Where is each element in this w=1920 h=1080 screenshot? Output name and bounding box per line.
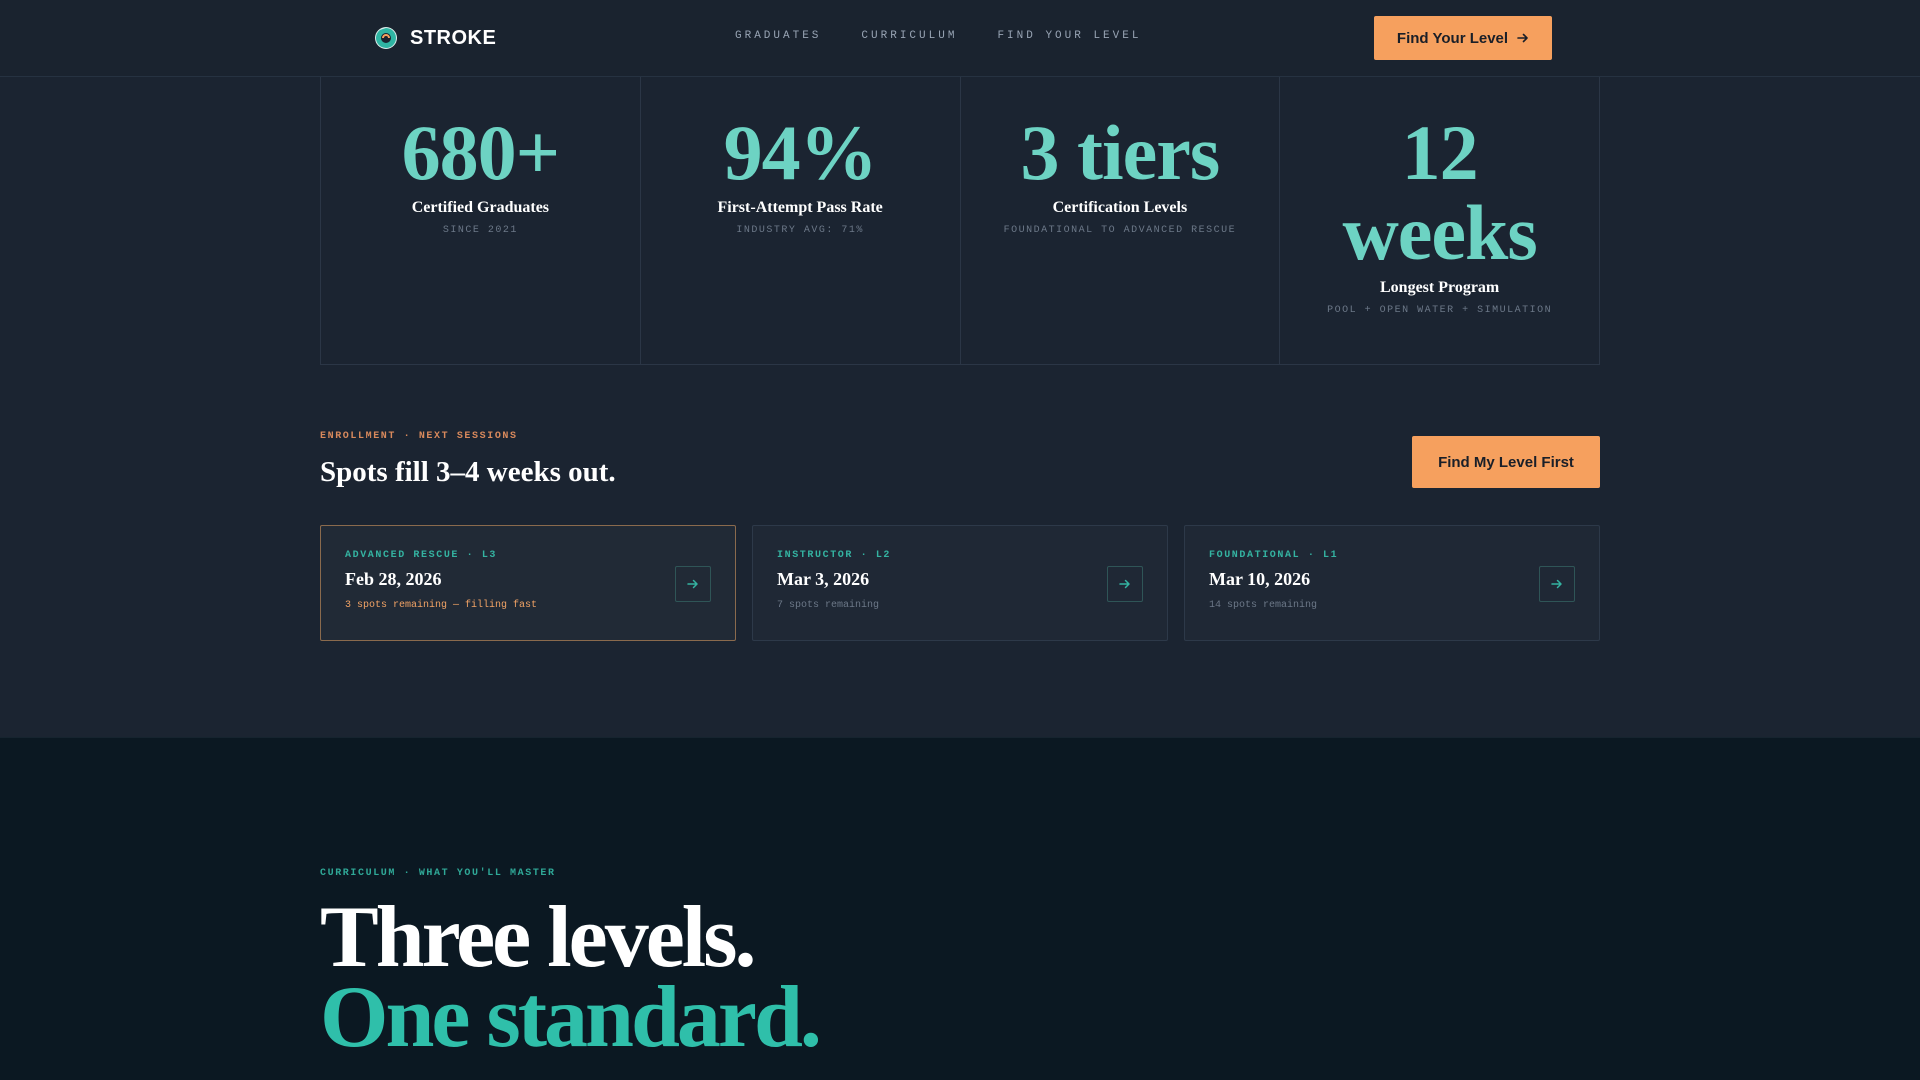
arrow-right-icon bbox=[687, 579, 698, 589]
enrollment-eyebrow: ENROLLMENT · NEXT SESSIONS bbox=[320, 431, 518, 442]
nav-find-your-level[interactable]: FIND YOUR LEVEL bbox=[997, 30, 1141, 42]
session-card-instructor[interactable]: INSTRUCTOR · L2 Mar 3, 2026 7 spots rema… bbox=[752, 525, 1168, 641]
arrow-right-icon bbox=[1551, 579, 1562, 589]
stat-sub: POOL + OPEN WATER + SIMULATION bbox=[1327, 305, 1553, 316]
session-tag: FOUNDATIONAL · L1 bbox=[1209, 550, 1339, 561]
stat-value: 3 tiers bbox=[1020, 109, 1221, 196]
session-spots: 14 spots remaining bbox=[1209, 600, 1318, 611]
curriculum-headline-line1: Three levels. bbox=[320, 889, 756, 986]
arrow-right-icon bbox=[1119, 579, 1130, 589]
main-nav: GRADUATES CURRICULUM FIND YOUR LEVEL bbox=[735, 30, 1141, 42]
session-spots: 3 spots remaining — filling fast bbox=[345, 600, 538, 611]
stat-graduates: 680+ Certified Graduates SINCE 2021 bbox=[321, 77, 641, 364]
session-arrow-button[interactable] bbox=[675, 566, 711, 602]
wave-logo-icon bbox=[375, 27, 397, 49]
brand-name: STROKE bbox=[410, 26, 497, 49]
arrow-right-icon bbox=[1517, 33, 1528, 43]
stat-label: Certification Levels bbox=[1052, 199, 1188, 216]
stat-label: Certified Graduates bbox=[411, 199, 550, 216]
stat-value: 12 weeks bbox=[1342, 109, 1537, 276]
session-arrow-button[interactable] bbox=[1107, 566, 1143, 602]
stat-value: 680+ bbox=[401, 109, 560, 196]
session-date: Feb 28, 2026 bbox=[345, 569, 442, 589]
enrollment-title: Spots fill 3–4 weeks out. bbox=[320, 456, 616, 488]
stat-levels: 3 tiers Certification Levels FOUNDATIONA… bbox=[961, 77, 1281, 364]
find-my-level-first-button[interactable]: Find My Level First bbox=[1412, 436, 1600, 488]
session-spots: 7 spots remaining bbox=[777, 600, 880, 611]
session-date: Mar 10, 2026 bbox=[1209, 569, 1311, 589]
session-tag: ADVANCED RESCUE · L3 bbox=[345, 550, 498, 561]
site-header: STROKE GRADUATES CURRICULUM FIND YOUR LE… bbox=[0, 0, 1920, 77]
session-arrow-button[interactable] bbox=[1539, 566, 1575, 602]
stats-grid: 680+ Certified Graduates SINCE 2021 94% … bbox=[320, 77, 1600, 365]
stat-program-length: 12 weeks Longest Program POOL + OPEN WAT… bbox=[1280, 77, 1599, 364]
find-your-level-label: Find Your Level bbox=[1396, 29, 1509, 47]
stat-sub: INDUSTRY AVG: 71% bbox=[736, 225, 864, 236]
stat-value: 94% bbox=[723, 109, 878, 196]
stat-sub: SINCE 2021 bbox=[442, 225, 518, 236]
brand[interactable]: STROKE bbox=[374, 24, 496, 52]
session-card-foundational[interactable]: FOUNDATIONAL · L1 Mar 10, 2026 14 spots … bbox=[1184, 525, 1600, 641]
session-tag: INSTRUCTOR · L2 bbox=[777, 550, 892, 561]
curriculum-headline: Three levels. One standard. bbox=[320, 889, 822, 1066]
curriculum-section: CURRICULUM · WHAT YOU'LL MASTER Three le… bbox=[0, 737, 1920, 1080]
stat-label: First-Attempt Pass Rate bbox=[717, 199, 883, 216]
find-your-level-button[interactable]: Find Your Level bbox=[1374, 16, 1552, 60]
stat-pass-rate: 94% First-Attempt Pass Rate INDUSTRY AVG… bbox=[641, 77, 961, 364]
stat-sub: FOUNDATIONAL TO ADVANCED RESCUE bbox=[1003, 225, 1237, 236]
nav-curriculum[interactable]: CURRICULUM bbox=[861, 30, 957, 42]
nav-graduates[interactable]: GRADUATES bbox=[735, 30, 821, 42]
session-list: ADVANCED RESCUE · L3 Feb 28, 2026 3 spot… bbox=[320, 525, 1600, 641]
stat-label: Longest Program bbox=[1380, 279, 1500, 296]
session-card-advanced-rescue[interactable]: ADVANCED RESCUE · L3 Feb 28, 2026 3 spot… bbox=[320, 525, 736, 641]
curriculum-eyebrow: CURRICULUM · WHAT YOU'LL MASTER bbox=[320, 868, 556, 879]
curriculum-headline-line2: One standard. bbox=[320, 969, 822, 1066]
session-date: Mar 3, 2026 bbox=[777, 569, 870, 589]
